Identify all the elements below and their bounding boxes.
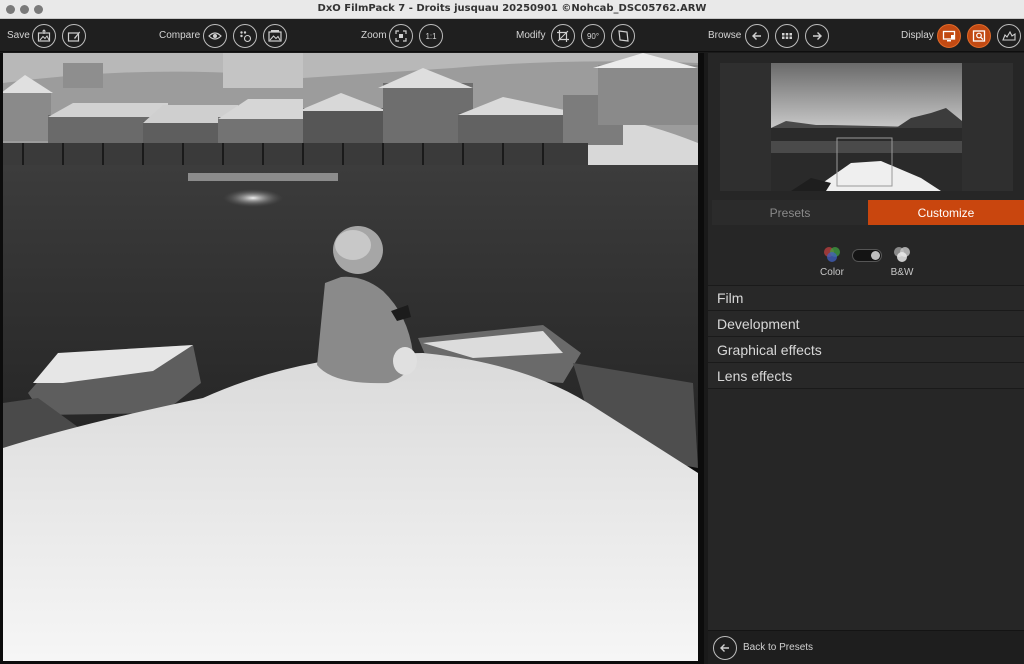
- section-lens-effects[interactable]: Lens effects: [708, 363, 1024, 389]
- window-titlebar: DxO FilmPack 7 - Droits jusquau 20250901…: [0, 0, 1024, 19]
- main-toolbar: Save Compare Zoom 1:1 Modify 90° Browse: [0, 19, 1024, 52]
- section-graphical-effects[interactable]: Graphical effects: [708, 337, 1024, 363]
- arrow-left-icon: [752, 32, 761, 40]
- export-image-button[interactable]: [32, 24, 56, 48]
- panel-tabs: Presets Customize: [712, 200, 1024, 225]
- color-circles-icon: [824, 247, 840, 262]
- zoom-label: Zoom: [361, 30, 387, 41]
- grid-view-button[interactable]: [775, 24, 799, 48]
- zoom-one-to-one-button[interactable]: 1:1: [419, 24, 443, 48]
- right-panel: Presets Customize Color B&W Film Develop…: [708, 53, 1024, 664]
- straighten-icon: [618, 30, 629, 42]
- rotate-icon: 90°: [586, 31, 600, 41]
- section-development[interactable]: Development: [708, 311, 1024, 337]
- window-title: DxO FilmPack 7 - Droits jusquau 20250901…: [317, 3, 707, 14]
- side-by-side-icon: [268, 30, 282, 42]
- color-mode-label: Color: [820, 267, 844, 278]
- panel-footer: Back to Presets: [708, 630, 1024, 664]
- modify-label: Modify: [516, 30, 546, 41]
- navigator-panel[interactable]: [720, 63, 1013, 191]
- export-edit-icon: [67, 31, 80, 42]
- display-loupe-button[interactable]: [967, 24, 991, 48]
- loupe-icon: [972, 30, 986, 42]
- zoom-one-to-one-text: 1:1: [425, 31, 437, 41]
- next-image-button[interactable]: [805, 24, 829, 48]
- grid-view-icon: [782, 33, 792, 39]
- browse-label: Browse: [708, 30, 742, 41]
- compare-label: Compare: [159, 30, 201, 41]
- section-film[interactable]: Film: [708, 285, 1024, 311]
- compare-grid-icon: [240, 31, 252, 43]
- histogram-icon: [1002, 30, 1016, 41]
- color-mode-option[interactable]: Color: [812, 245, 852, 278]
- export-image-icon: [37, 29, 51, 42]
- straighten-button[interactable]: [611, 24, 635, 48]
- toggle-knob: [871, 251, 880, 260]
- correction-sections: Film Development Graphical effects Lens …: [708, 285, 1024, 389]
- previous-image-button[interactable]: [745, 24, 769, 48]
- display-histogram-button[interactable]: [997, 24, 1021, 48]
- compare-grid-button[interactable]: [233, 24, 257, 48]
- side-by-side-button[interactable]: [263, 24, 287, 48]
- fit-to-screen-icon: [395, 30, 407, 42]
- bw-circles-icon: [894, 247, 910, 262]
- arrow-right-icon: [813, 32, 822, 40]
- compare-eye-button[interactable]: [203, 24, 227, 48]
- save-label: Save: [7, 30, 30, 41]
- back-to-presets-button[interactable]: [713, 636, 737, 660]
- fit-to-screen-button[interactable]: [389, 24, 413, 48]
- color-bw-toggle[interactable]: [852, 249, 882, 262]
- rotate-button[interactable]: 90°: [581, 24, 605, 48]
- tab-customize[interactable]: Customize: [868, 200, 1024, 225]
- crop-icon: [557, 30, 569, 42]
- tab-presets[interactable]: Presets: [712, 200, 868, 225]
- main-photo[interactable]: [3, 53, 698, 661]
- navigator-thumbnail[interactable]: [771, 63, 962, 191]
- image-viewer[interactable]: [0, 53, 704, 664]
- thumbnail-canvas: [771, 63, 962, 191]
- arrow-left-icon: [720, 644, 729, 652]
- eye-icon: [208, 32, 222, 40]
- photo-canvas: [3, 53, 698, 661]
- monitor-icon: [942, 30, 956, 42]
- display-label: Display: [901, 30, 934, 41]
- color-mode-switch: Color B&W: [708, 245, 1024, 285]
- display-monitor-button[interactable]: [937, 24, 961, 48]
- crop-button[interactable]: [551, 24, 575, 48]
- back-to-presets-label[interactable]: Back to Presets: [743, 642, 813, 653]
- export-edit-button[interactable]: [62, 24, 86, 48]
- bw-mode-label: B&W: [890, 267, 914, 278]
- bw-mode-option[interactable]: B&W: [882, 245, 922, 278]
